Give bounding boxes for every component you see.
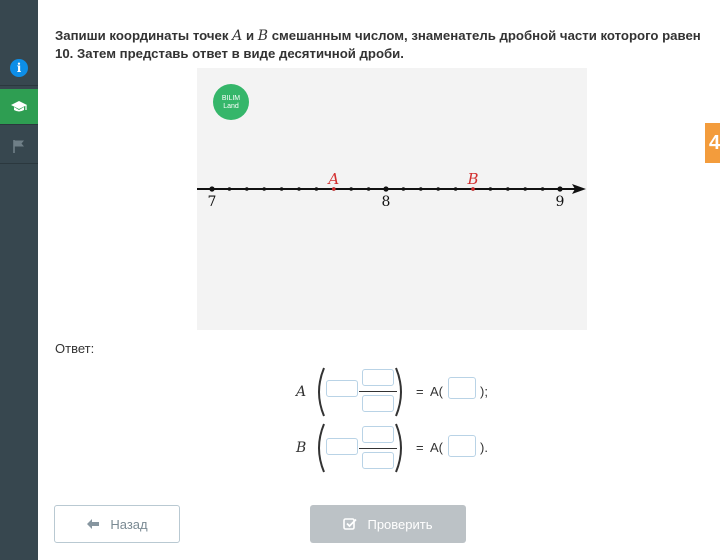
info-icon: i (10, 58, 28, 77)
major-tick (209, 186, 215, 192)
number-line-figure: BILIM Land 789AB (197, 68, 587, 330)
task-text: Запиши координаты точек A и B смешанным … (55, 27, 705, 63)
report-button[interactable] (0, 128, 38, 164)
point-label: B (466, 170, 478, 188)
right-paren (395, 423, 402, 473)
number-line: 7 8 9 A B (197, 170, 586, 210)
b-decimal-input[interactable] (448, 435, 476, 457)
point-label: A (326, 170, 339, 188)
info-button[interactable]: i (0, 50, 38, 86)
a-whole-input[interactable] (326, 380, 358, 397)
minor-tick (506, 187, 510, 191)
equals-sign: = (416, 440, 424, 455)
answer-row-a: A = A( ); (296, 366, 496, 422)
minor-tick (349, 187, 353, 191)
back-button[interactable]: Назад (54, 505, 180, 543)
answer-var-a: A (296, 384, 307, 400)
minor-tick (279, 187, 284, 191)
back-button-label: Назад (110, 516, 148, 532)
minor-tick (245, 187, 249, 191)
tick-label: 8 (382, 194, 391, 210)
decimal-suffix: ). (480, 440, 488, 455)
minor-tick (297, 187, 301, 191)
minor-tick (523, 187, 527, 191)
left-paren (318, 423, 325, 473)
tick-label: 7 (208, 194, 217, 210)
task-part1: Запиши координаты точек (55, 28, 229, 43)
b-denominator-input[interactable] (362, 452, 394, 469)
b-fraction-bar (359, 448, 397, 449)
left-sidebar: i (0, 0, 38, 560)
a-denominator-input[interactable] (362, 395, 394, 412)
side-tab-label: 4 (709, 131, 720, 154)
answer-label: Ответ: (55, 341, 95, 356)
minor-tick (540, 187, 545, 191)
check-square-icon (343, 518, 358, 530)
minor-tick (401, 187, 406, 191)
task-var-a: A (232, 28, 243, 44)
major-tick (557, 186, 563, 192)
check-button[interactable]: Проверить (310, 505, 466, 543)
a-fraction-bar (359, 391, 397, 392)
b-numerator-input[interactable] (362, 426, 394, 443)
tick-label: 9 (556, 194, 565, 210)
b-whole-input[interactable] (326, 438, 358, 455)
check-button-label: Проверить (367, 516, 433, 532)
major-tick (383, 186, 389, 192)
minor-tick (366, 187, 371, 191)
answer-row-b: B = A( ). (296, 422, 496, 478)
a-numerator-input[interactable] (362, 369, 394, 386)
minor-tick (419, 187, 423, 191)
equals-sign: = (416, 384, 424, 399)
graduation-cap-icon (11, 100, 27, 111)
decimal-suffix: ); (480, 384, 488, 399)
right-paren (395, 367, 402, 417)
minor-tick (488, 187, 493, 191)
minor-tick (436, 187, 440, 191)
decimal-prefix: A( (430, 440, 443, 455)
arrow-left-icon (87, 519, 100, 529)
minor-tick (453, 187, 458, 191)
minor-tick (227, 187, 232, 191)
decimal-prefix: A( (430, 384, 443, 399)
a-decimal-input[interactable] (448, 377, 476, 399)
task-and: и (245, 28, 255, 43)
task-var-b: B (257, 28, 269, 44)
minor-tick (262, 187, 266, 191)
side-tab[interactable]: 4 (705, 123, 720, 163)
flag-icon (13, 139, 24, 153)
left-paren (318, 367, 325, 417)
minor-tick (314, 187, 319, 191)
theory-button[interactable] (0, 89, 38, 125)
answer-var-b: B (296, 440, 307, 456)
